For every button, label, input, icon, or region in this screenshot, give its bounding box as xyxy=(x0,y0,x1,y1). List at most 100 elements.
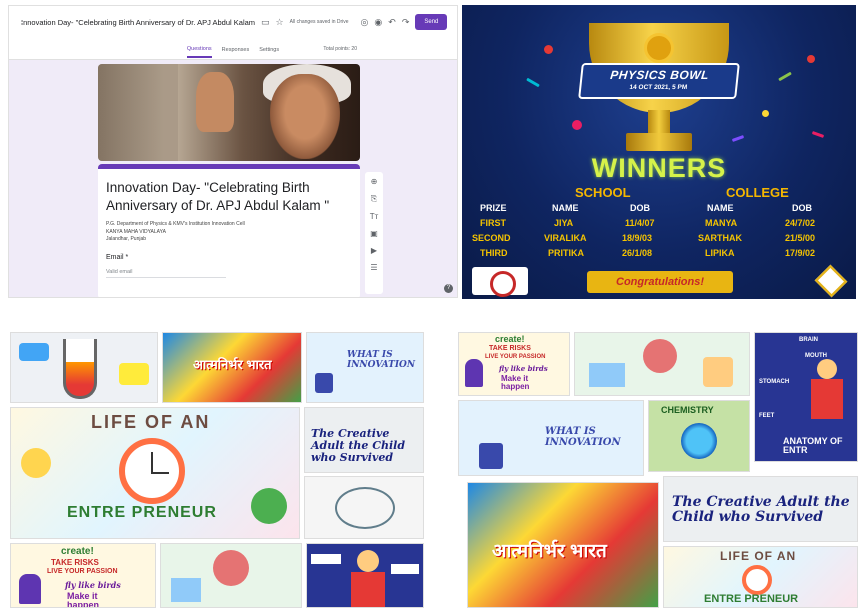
poster-innovation-text: WHAT IS INNOVATION xyxy=(347,350,416,370)
globe-icon xyxy=(251,488,287,524)
event-title: PHYSICS BOWL xyxy=(609,68,710,82)
poster-shape xyxy=(703,357,733,387)
head-icon xyxy=(817,359,837,379)
undo-icon[interactable]: ↶ xyxy=(388,17,396,28)
prize-second: SECOND xyxy=(472,233,511,243)
head-icon xyxy=(357,550,379,572)
take-risks-text: TAKE RISKS xyxy=(51,558,99,567)
note-card xyxy=(311,554,341,564)
school-second-name: VIRALIKA xyxy=(544,233,587,243)
poster-shape xyxy=(19,343,49,361)
bulb-icon xyxy=(643,339,677,373)
eye-icon[interactable]: ◉ xyxy=(374,17,382,28)
prize-third: THIRD xyxy=(480,248,508,258)
clock-icon xyxy=(742,565,772,595)
school-first-dob: 11/4/07 xyxy=(625,218,655,228)
video-icon[interactable]: ▶ xyxy=(371,246,377,255)
school-second-dob: 18/9/03 xyxy=(622,233,653,243)
more-icon[interactable]: ⋮ xyxy=(453,17,457,28)
tab-responses[interactable]: Responses xyxy=(222,47,250,53)
confetti-dot xyxy=(572,120,582,130)
form-description[interactable]: P.G. Department of Physics & KMV's Insti… xyxy=(106,221,352,244)
confetti-dot xyxy=(807,55,815,63)
body-icon xyxy=(351,572,385,607)
college-logo-left xyxy=(472,267,528,297)
congratulations-text: Congratulations! xyxy=(616,276,704,288)
mouth-label: MOUTH xyxy=(805,353,827,359)
flask-icon xyxy=(681,423,717,459)
passion-text: LIVE YOUR PASSION xyxy=(47,568,118,575)
school-third-name: PRITIKA xyxy=(548,248,584,258)
help-icon[interactable]: ? xyxy=(444,284,453,293)
description-line-3: Jalandhar, Punjab xyxy=(106,236,147,243)
email-field[interactable]: Valid email xyxy=(106,269,226,278)
confetti-streamer xyxy=(778,71,792,82)
make-it-text: Make it happen xyxy=(501,374,530,391)
poster-shape xyxy=(589,363,625,387)
fly-text: fly like birds xyxy=(65,580,121,590)
portrait-face xyxy=(270,74,340,159)
winners-heading: WINNERS xyxy=(591,153,727,183)
poster-shape xyxy=(119,363,149,385)
portrait-hand xyxy=(196,72,234,132)
palette-icon[interactable]: ◎ xyxy=(361,17,369,28)
google-forms-screenshot: Innovation Day- "Celebrating Birth Anniv… xyxy=(8,5,458,298)
test-tube-icon xyxy=(63,339,97,399)
total-points: Total points: 20 xyxy=(323,46,357,52)
college-second-dob: 21/5/00 xyxy=(785,233,816,243)
clock-icon xyxy=(119,438,185,504)
chair-icon xyxy=(479,443,503,469)
trophy-base xyxy=(626,133,692,151)
form-title[interactable]: Innovation Day- "Celebrating Birth Anniv… xyxy=(21,18,255,27)
school-third-dob: 26/1/08 xyxy=(622,248,653,258)
poster-bulb-ladder-2 xyxy=(574,332,750,396)
stomach-label: STOMACH xyxy=(759,379,790,385)
section-icon[interactable]: ☰ xyxy=(370,263,377,272)
title-icon[interactable]: Tт xyxy=(370,212,379,221)
description-line-1: P.G. Department of Physics & KMV's Insti… xyxy=(106,221,245,228)
add-question-icon[interactable]: ⊕ xyxy=(371,177,378,186)
school-first-name: JIYA xyxy=(554,218,574,228)
header-school-name: NAME xyxy=(552,203,579,213)
import-icon[interactable]: ⎘ xyxy=(371,194,377,204)
person-icon xyxy=(19,574,41,604)
header-school-dob: DOB xyxy=(630,203,650,213)
poster-anatomy-of-entrepreneur: BRAIN MOUTH STOMACH FEET ANATOMY OF ENTR xyxy=(754,332,858,462)
poster-circle xyxy=(335,487,395,529)
poster-chemistry: CHEMISTRY xyxy=(648,400,750,472)
header-prize: PRIZE xyxy=(480,203,507,213)
creative-text: The Creative Adult the Child who Survive… xyxy=(311,427,406,465)
portrait-background xyxy=(98,64,178,161)
college-second-name: SARTHAK xyxy=(698,233,742,243)
entrepreneur-text: ENTRE PRENEUR xyxy=(704,593,799,605)
poster-creative-adult-small: The Creative Adult the Child who Survive… xyxy=(304,407,424,473)
physics-bowl-winners-poster: PHYSICS BOWL 14 OCT 2021, 5 PM WINNERS S… xyxy=(462,5,856,299)
event-date: 14 OCT 2021, 5 PM xyxy=(629,84,688,91)
folder-icon[interactable]: ▭ xyxy=(261,17,270,28)
life-title-text: LIFE OF AN xyxy=(720,549,797,563)
poster-anatomy-small xyxy=(306,543,424,608)
form-title-card[interactable]: Innovation Day- "Celebrating Birth Anniv… xyxy=(98,164,360,297)
star-icon[interactable]: ☆ xyxy=(276,17,284,28)
send-button[interactable]: Send xyxy=(415,14,448,30)
image-icon[interactable]: ▣ xyxy=(370,229,378,238)
passion-text: LIVE YOUR PASSION xyxy=(485,354,546,360)
note-card xyxy=(391,564,419,574)
redo-icon[interactable]: ↷ xyxy=(402,17,410,28)
college-third-dob: 17/9/02 xyxy=(785,248,816,258)
poster-circle-chart xyxy=(304,476,424,539)
creative-text: The Creative Adult the Child who Survive… xyxy=(672,494,850,525)
college-logo-right xyxy=(814,264,848,298)
trophy-emblem-icon xyxy=(644,33,674,63)
tab-questions[interactable]: Questions xyxy=(186,46,212,58)
poster-creative-adult: The Creative Adult the Child who Survive… xyxy=(663,476,858,542)
form-card-title[interactable]: Innovation Day- "Celebrating Birth Anniv… xyxy=(106,179,352,215)
poster-life-of-entrepreneur-2: LIFE OF AN ENTRE PRENEUR xyxy=(663,546,858,608)
email-question-label: Email * xyxy=(106,253,129,261)
bulb-icon xyxy=(213,550,249,586)
question-toolbar: ⊕ ⎘ Tт ▣ ▶ ☰ xyxy=(365,172,383,294)
tab-settings[interactable]: Settings xyxy=(259,47,279,53)
poster-innovation-text: WHAT IS INNOVATION xyxy=(545,426,621,448)
poster-innovation-small: WHAT IS INNOVATION xyxy=(306,332,424,403)
forms-tab-bar: Questions Responses Settings xyxy=(9,38,457,60)
